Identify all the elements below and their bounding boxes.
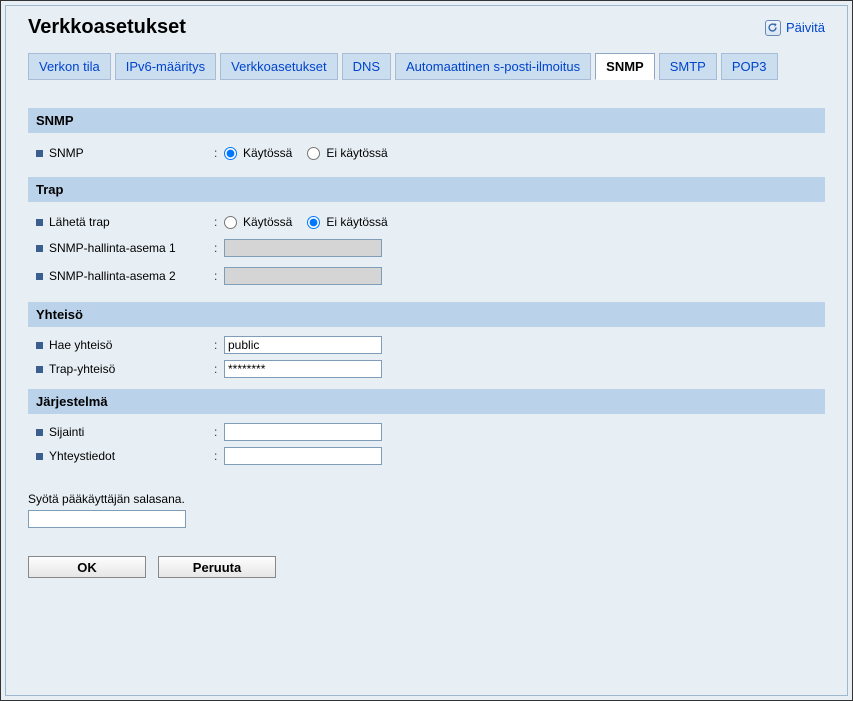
bullet-icon [36,366,43,373]
location-label: Sijainti [49,425,84,439]
get-community-input[interactable] [224,336,382,354]
snmp-off-radio[interactable] [307,147,320,160]
tab-bar: Verkon tila IPv6-määritys Verkkoasetukse… [28,53,825,80]
tab-network-settings[interactable]: Verkkoasetukset [220,53,337,80]
refresh-label: Päivitä [786,20,825,35]
snmp-label: SNMP [49,146,84,160]
tab-network-status[interactable]: Verkon tila [28,53,111,80]
send-trap-label: Lähetä trap [49,215,110,229]
snmp-off-label[interactable]: Ei käytössä [326,146,387,160]
trap-community-input[interactable] [224,360,382,378]
refresh-icon [765,20,781,36]
section-system-header: Järjestelmä [28,389,825,414]
contact-input[interactable] [224,447,382,465]
bullet-icon [36,245,43,252]
bullet-icon [36,150,43,157]
trap-off-radio[interactable] [307,216,320,229]
get-community-label: Hae yhteisö [49,338,112,352]
bullet-icon [36,453,43,460]
admin-password-prompt: Syötä pääkäyttäjän salasana. [28,492,825,506]
ok-button[interactable]: OK [28,556,146,578]
refresh-button[interactable]: Päivitä [765,20,825,36]
snmp-on-label[interactable]: Käytössä [243,146,292,160]
location-input[interactable] [224,423,382,441]
cancel-button[interactable]: Peruuta [158,556,276,578]
bullet-icon [36,342,43,349]
contact-label: Yhteystiedot [49,449,115,463]
tab-smtp[interactable]: SMTP [659,53,717,80]
trap-off-label[interactable]: Ei käytössä [326,215,387,229]
bullet-icon [36,429,43,436]
tab-auto-email[interactable]: Automaattinen s-posti-ilmoitus [395,53,591,80]
section-snmp-header: SNMP [28,108,825,133]
trap-on-label[interactable]: Käytössä [243,215,292,229]
tab-ipv6[interactable]: IPv6-määritys [115,53,216,80]
section-community-header: Yhteisö [28,302,825,327]
station1-input [224,239,382,257]
section-trap-header: Trap [28,177,825,202]
station2-input [224,267,382,285]
trap-on-radio[interactable] [224,216,237,229]
bullet-icon [36,273,43,280]
tab-pop3[interactable]: POP3 [721,53,778,80]
trap-community-label: Trap-yhteisö [49,362,115,376]
tab-dns[interactable]: DNS [342,53,391,80]
page-title: Verkkoasetukset [28,16,186,39]
admin-password-input[interactable] [28,510,186,528]
snmp-on-radio[interactable] [224,147,237,160]
station1-label: SNMP-hallinta-asema 1 [49,241,176,255]
bullet-icon [36,219,43,226]
station2-label: SNMP-hallinta-asema 2 [49,269,176,283]
tab-snmp[interactable]: SNMP [595,53,655,80]
